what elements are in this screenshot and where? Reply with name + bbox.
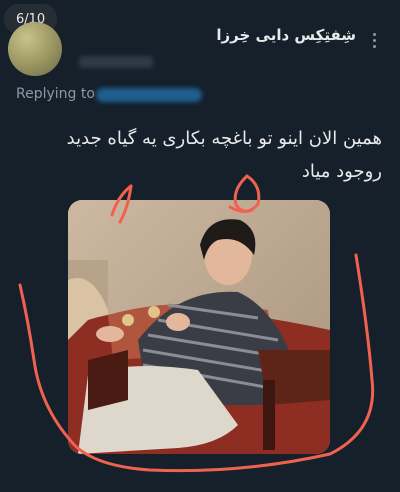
tweet-text: همین الان اینو تو باغچه بکاری یه گیاه جد…	[16, 122, 382, 188]
blurred-reply-handle[interactable]	[96, 88, 202, 102]
display-name[interactable]: شِفتِکِس دایی خِرزا	[216, 26, 356, 44]
blurred-handle	[78, 56, 154, 68]
replying-to-label: Replying to	[16, 86, 95, 102]
photo-illustration	[68, 200, 330, 454]
more-vertical-icon[interactable]	[370, 30, 378, 50]
tweet-text-line-2: روجود میاد	[301, 161, 382, 182]
avatar[interactable]	[8, 22, 62, 76]
tweet-text-line-1: همین الان اینو تو باغچه بکاری یه گیاه جد…	[66, 128, 382, 149]
tweet-photo[interactable]	[68, 200, 330, 454]
